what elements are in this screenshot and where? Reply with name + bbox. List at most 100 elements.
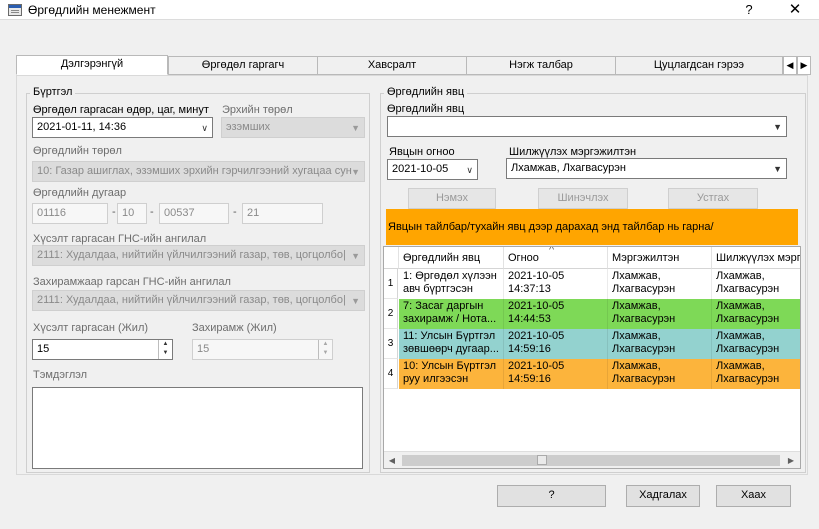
cell-to[interactable]: Лхамжав, Лхагвасурэн bbox=[712, 269, 800, 299]
chevron-down-icon: ▼ bbox=[351, 123, 360, 133]
cell-officer[interactable]: Лхамжав, Лхагвасурэн bbox=[608, 299, 712, 329]
decided-years-label: Захирамж (Жил) bbox=[192, 322, 277, 334]
cell-line: Лхамжав, bbox=[716, 360, 765, 372]
tab-strip: Дэлгэрэнгүй Өргөдөл гаргагч Хавсралт Нэг… bbox=[16, 55, 816, 75]
cell-date[interactable]: 2021-10-05 14:59:16 bbox=[504, 359, 608, 389]
right-type-select[interactable]: эзэмших ▼ bbox=[221, 117, 365, 138]
row-header-corner bbox=[384, 247, 399, 269]
tab-cancelled-contract[interactable]: Цуцлагдсан гэрээ bbox=[615, 56, 783, 75]
help-button[interactable]: ? bbox=[497, 485, 606, 507]
number-separator: - bbox=[150, 206, 154, 218]
cell-line: Лхамжав, bbox=[612, 300, 661, 312]
submitted-datetime-label: Өргөдөл гаргасан өдөр, цаг, минут bbox=[33, 104, 209, 116]
decided-years-stepper[interactable]: 15 ▲ ▼ bbox=[192, 339, 333, 360]
row-number: 4 bbox=[384, 359, 398, 389]
stepper-buttons[interactable]: ▲ ▼ bbox=[158, 340, 172, 359]
notes-label: Тэмдэглэл bbox=[33, 369, 88, 381]
cell-officer[interactable]: Лхамжав, Лхагвасурэн bbox=[608, 329, 712, 359]
table-row[interactable]: 4 10: Улсын Бүртгэл руу илгээсэн 2021-10-05… bbox=[384, 359, 800, 389]
number-separator: - bbox=[233, 206, 237, 218]
cell-date[interactable]: 2021-10-05 14:59:16 bbox=[504, 329, 608, 359]
cell-to[interactable]: Лхамжав, Лхагвасурэн bbox=[712, 299, 800, 329]
table-row[interactable]: 3 11: Улсын Бүртгэл зөвшөөрч дугаар... 2021… bbox=[384, 329, 800, 359]
progress-table[interactable]: Өргөдлийн явц Огноо ^ Мэргэжилтэн Шилжүү… bbox=[383, 246, 801, 469]
cell-line: Лхагвасурэн bbox=[612, 283, 676, 295]
scroll-thumb[interactable] bbox=[402, 455, 780, 466]
requested-years-value: 15 bbox=[37, 343, 50, 355]
progress-step-select[interactable]: ▼ bbox=[387, 116, 787, 137]
row-number: 3 bbox=[384, 329, 398, 359]
number-separator: - bbox=[112, 206, 116, 218]
tab-scroll-left-icon[interactable]: ◀ bbox=[783, 56, 797, 75]
cell-line: 7: Засаг даргын bbox=[403, 300, 484, 312]
requested-landuse-value: 2111: Худалдаа, нийтийн үйлчилгээний газ… bbox=[37, 249, 346, 261]
cell-date[interactable]: 2021-10-05 14:37:13 bbox=[504, 269, 608, 299]
cell-officer[interactable]: Лхамжав, Лхагвасурэн bbox=[608, 359, 712, 389]
cell-line: Лхамжав, bbox=[716, 270, 765, 282]
cell-line: Лхагвасурэн bbox=[612, 313, 676, 325]
decided-years-value: 15 bbox=[197, 343, 210, 355]
cell-line: 14:37:13 bbox=[508, 283, 551, 295]
table-row[interactable]: 2 7: Засаг даргын захирамж / Нота... 2021-1… bbox=[384, 299, 800, 329]
col-header-officer[interactable]: Мэргэжилтэн bbox=[608, 247, 712, 269]
col-header-transfer-to[interactable]: Шилжүүлэх мэргэ bbox=[712, 247, 800, 269]
progress-date-picker[interactable]: 2021-10-05 ∨ bbox=[387, 159, 478, 180]
cell-step[interactable]: 1: Өргөдөл хүлээн авч бүртгэсэн bbox=[399, 269, 504, 299]
cell-line: Лхагвасурэн bbox=[716, 283, 780, 295]
cell-line: зөвшөөрч дугаар... bbox=[403, 343, 499, 355]
cell-line: Лхамжав, bbox=[612, 360, 661, 372]
transfer-officer-select[interactable]: Лхамжав, Лхагвасурэн ▼ bbox=[506, 158, 787, 179]
col-header-date[interactable]: Огноо bbox=[504, 247, 608, 269]
notes-textarea[interactable] bbox=[32, 387, 363, 469]
cell-line: 10: Улсын Бүртгэл bbox=[403, 360, 496, 372]
scroll-left-icon[interactable]: ◀ bbox=[384, 452, 400, 469]
application-number-label: Өргөдлийн дугаар bbox=[33, 187, 127, 199]
application-type-select[interactable]: 10: Газар ашиглах, эзэмших эрхийн гэрчил… bbox=[32, 161, 365, 182]
requested-years-stepper[interactable]: 15 ▲ ▼ bbox=[32, 339, 173, 360]
cell-officer[interactable]: Лхамжав, Лхагвасурэн bbox=[608, 269, 712, 299]
cell-line: 14:59:16 bbox=[508, 343, 551, 355]
application-number-part-3[interactable]: 00537 bbox=[159, 203, 229, 224]
window-title: Өргөдлийн менежмент bbox=[28, 3, 156, 17]
cell-to[interactable]: Лхамжав, Лхагвасурэн bbox=[712, 329, 800, 359]
cell-to[interactable]: Лхамжав, Лхагвасурэн bbox=[712, 359, 800, 389]
submitted-datetime-picker[interactable]: 2021-01-11, 14:36 ∨ bbox=[32, 117, 213, 138]
submitted-datetime-value: 2021-01-11, 14:36 bbox=[37, 121, 127, 133]
app-window-icon bbox=[8, 4, 22, 16]
col-header-step[interactable]: Өргөдлийн явц bbox=[399, 247, 504, 269]
progress-step-label: Өргөдлийн явц bbox=[387, 103, 465, 115]
tab-scroll-right-icon[interactable]: ▶ bbox=[797, 56, 811, 75]
cell-step[interactable]: 10: Улсын Бүртгэл руу илгээсэн bbox=[399, 359, 504, 389]
delete-progress-button[interactable]: Устгах bbox=[668, 188, 758, 209]
close-button[interactable]: Хаах bbox=[716, 485, 791, 507]
tab-attachments[interactable]: Хавсралт bbox=[317, 56, 467, 75]
application-number-part-1[interactable]: 01116 bbox=[32, 203, 108, 224]
chevron-down-icon: ▼ bbox=[773, 122, 782, 132]
cell-step[interactable]: 11: Улсын Бүртгэл зөвшөөрч дугаар... bbox=[399, 329, 504, 359]
decided-landuse-select[interactable]: 2111: Худалдаа, нийтийн үйлчилгээний газ… bbox=[32, 290, 365, 311]
save-button[interactable]: Хадгалах bbox=[626, 485, 700, 507]
cell-step[interactable]: 7: Засаг даргын захирамж / Нота... bbox=[399, 299, 504, 329]
update-progress-button[interactable]: Шинэчлэх bbox=[538, 188, 628, 209]
tab-parcel[interactable]: Нэгж талбар bbox=[466, 56, 616, 75]
cell-line: 11: Улсын Бүртгэл bbox=[403, 330, 496, 342]
tab-details[interactable]: Дэлгэрэнгүй bbox=[16, 55, 168, 75]
window-close-button[interactable]: ✕ bbox=[778, 0, 812, 20]
scroll-right-icon[interactable]: ▶ bbox=[783, 452, 799, 469]
cell-line: 1: Өргөдөл хүлээн bbox=[403, 270, 497, 282]
increment-icon: ▲ bbox=[322, 341, 329, 347]
increment-icon[interactable]: ▲ bbox=[159, 340, 172, 349]
tab-applicant[interactable]: Өргөдөл гаргагч bbox=[168, 56, 318, 75]
decrement-icon[interactable]: ▼ bbox=[159, 349, 172, 358]
application-number-part-2[interactable]: 10 bbox=[117, 203, 147, 224]
table-row[interactable]: 1 1: Өргөдөл хүлээн авч бүртгэсэн 2021-10-0… bbox=[384, 269, 800, 299]
progress-date-label: Явцын огноо bbox=[389, 146, 455, 158]
title-help-button[interactable]: ? bbox=[732, 0, 766, 20]
chevron-down-icon: ∨ bbox=[201, 123, 208, 133]
requested-landuse-select[interactable]: 2111: Худалдаа, нийтийн үйлчилгээний газ… bbox=[32, 245, 365, 266]
add-progress-button[interactable]: Нэмэх bbox=[408, 188, 496, 209]
table-horizontal-scrollbar[interactable]: ◀ ▶ bbox=[384, 451, 800, 468]
cell-date[interactable]: 2021-10-05 14:44:53 bbox=[504, 299, 608, 329]
cell-line: авч бүртгэсэн bbox=[403, 283, 473, 295]
application-number-part-4[interactable]: 21 bbox=[242, 203, 323, 224]
